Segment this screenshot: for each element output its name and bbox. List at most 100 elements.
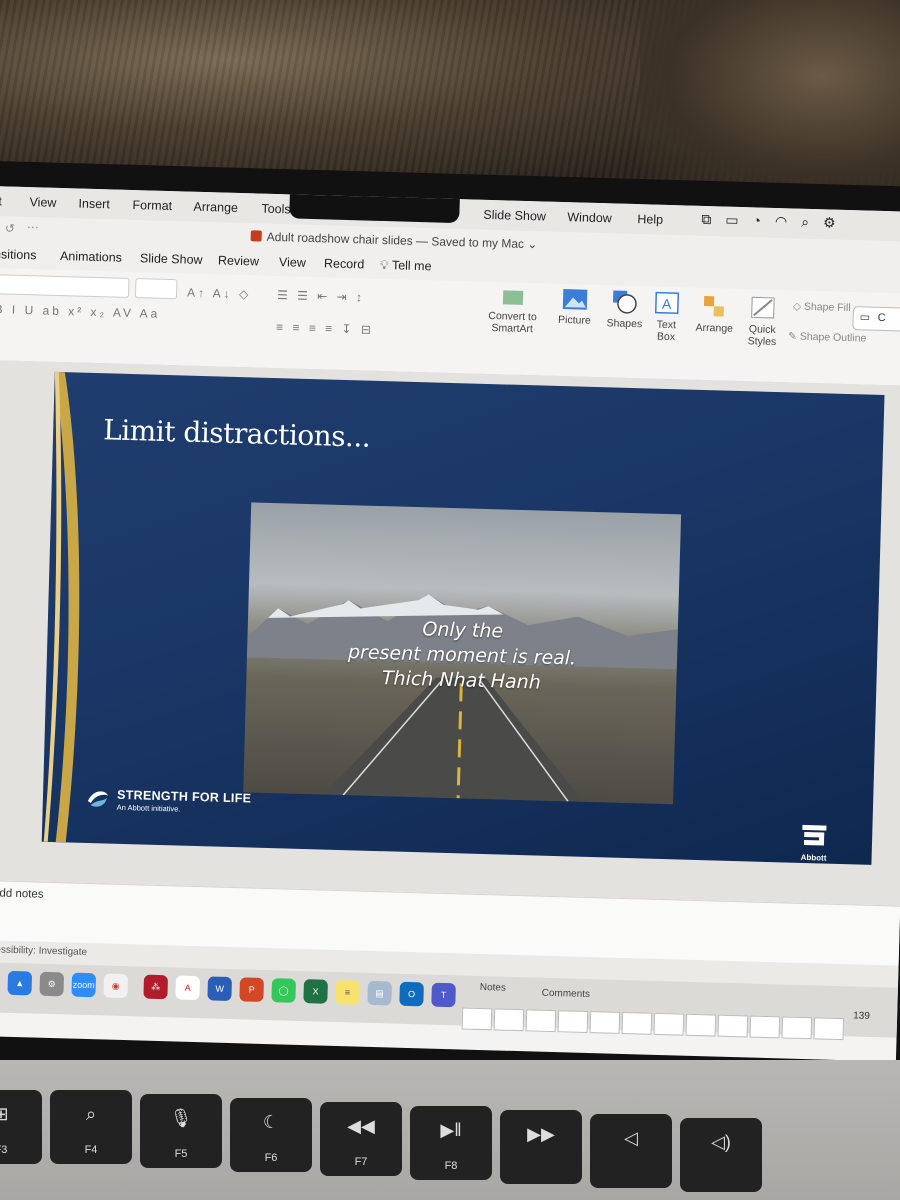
key-f10[interactable]: ◁	[590, 1114, 672, 1188]
comments-button-label: C	[877, 311, 886, 325]
convert-to-smartart-button[interactable]: Convert to SmartArt	[480, 288, 545, 336]
office-icon[interactable]: ⧉	[701, 211, 711, 228]
smartart-icon	[502, 290, 524, 305]
text-box-button[interactable]: A Text Box	[646, 290, 687, 343]
slide-thumbnail[interactable]	[525, 1009, 557, 1033]
outlook-app-icon[interactable]: O	[399, 981, 424, 1007]
accessibility-status[interactable]: Accessibility: Investigate	[0, 944, 87, 958]
menu-item-arrange[interactable]: Arrange	[193, 200, 238, 215]
paint-bucket-icon: ◇	[792, 300, 805, 313]
key-f9[interactable]: ▶▶	[500, 1110, 582, 1184]
wifi-icon[interactable]: ◠	[775, 213, 788, 230]
slide-thumbnail[interactable]	[749, 1015, 781, 1039]
text-box-label-1: Text	[656, 318, 677, 332]
picture-button[interactable]: Picture	[552, 288, 597, 327]
excel-app-icon[interactable]: X	[303, 979, 328, 1004]
arrange-button[interactable]: Arrange	[692, 294, 737, 335]
key-f11[interactable]: ◁)	[680, 1118, 762, 1192]
more-icon[interactable]: ⋯	[27, 220, 39, 234]
font-name-select[interactable]	[0, 274, 130, 298]
alignment-buttons[interactable]: ≡ ≡ ≡ ≡ ↧ ⊟	[276, 320, 374, 337]
menu-item-tools[interactable]: Tools	[261, 202, 291, 217]
slide-thumbnail[interactable]	[813, 1017, 845, 1041]
powerpoint-app-icon[interactable]: P	[239, 977, 264, 1002]
quick-styles-button[interactable]: Quick Styles	[740, 295, 785, 348]
dictation-icon: 🎙	[169, 1108, 193, 1128]
brand-subtitle: An Abbott initiative.	[116, 802, 181, 814]
font-grow-shrink-buttons[interactable]: A↑ A↓ ◇	[187, 286, 252, 302]
clock-icon[interactable]: ◔	[752, 212, 761, 229]
svg-text:A: A	[662, 296, 672, 312]
notes-toggle[interactable]: Notes	[480, 982, 506, 994]
comment-icon: ▭	[859, 311, 871, 324]
key-f5[interactable]: 🎙 F5	[140, 1094, 222, 1168]
tab-transitions[interactable]: nsitions	[0, 247, 37, 262]
slide-thumbnail[interactable]	[557, 1010, 589, 1034]
background-lamp-glow	[640, 0, 900, 190]
shape-fill-button[interactable]: ◇ Shape Fill	[793, 300, 851, 314]
strength-for-life-icon	[87, 791, 109, 807]
menu-item-format[interactable]: Format	[132, 198, 172, 213]
tab-record[interactable]: Record	[324, 256, 365, 271]
spotlight-search-icon[interactable]: ⌕	[801, 214, 809, 231]
slide-title[interactable]: Limit distractions...	[103, 413, 371, 453]
slide-thumbnail[interactable]	[493, 1008, 525, 1032]
teams-app-icon[interactable]: T	[431, 982, 456, 1008]
key-f7[interactable]: ◀◀ F7	[320, 1102, 402, 1176]
tab-slide-show[interactable]: Slide Show	[140, 251, 203, 267]
slide-thumbnail[interactable]	[461, 1007, 493, 1031]
comments-toggle-label: Comments	[541, 987, 591, 1001]
menu-item-window[interactable]: Window	[567, 210, 612, 225]
comments-toggle[interactable]: Comments	[542, 988, 591, 1000]
zoom-level[interactable]: 139	[853, 1010, 870, 1021]
font-format-buttons[interactable]: B I U ab x² x₂ AV Aa	[0, 302, 161, 321]
slide-thumbnail[interactable]	[781, 1016, 813, 1040]
key-f8[interactable]: ▶‖ F8	[410, 1106, 492, 1180]
key-f4[interactable]: ⌕ F4	[50, 1090, 132, 1164]
settings-app-icon[interactable]: ⚙	[39, 971, 65, 997]
list-buttons[interactable]: ☰ ☰ ⇤ ⇥ ↕	[277, 288, 365, 304]
shape-outline-button[interactable]: ✎ Shape Outline	[788, 330, 867, 344]
slide-thumbnail[interactable]	[685, 1013, 717, 1037]
abbott-mark-icon	[802, 824, 827, 846]
mute-icon: ◁	[624, 1128, 638, 1148]
tab-view[interactable]: View	[279, 255, 306, 270]
notes-app-icon[interactable]: ≡	[335, 979, 360, 1005]
font-size-select[interactable]	[134, 278, 178, 300]
menu-item-edit[interactable]: it	[0, 194, 2, 208]
preview-app-icon[interactable]: ▤	[367, 980, 392, 1006]
slide-thumbnail[interactable]	[717, 1014, 749, 1038]
convert-smartart-label-2: SmartArt	[491, 322, 534, 336]
word-app-icon[interactable]: W	[207, 976, 233, 1002]
slide-canvas: Limit distractions... Only the present m…	[0, 359, 900, 906]
menu-item-slide-show[interactable]: Slide Show	[483, 208, 546, 224]
key-f6[interactable]: ☾ F6	[230, 1098, 312, 1172]
rewind-icon: ◀◀	[347, 1116, 375, 1136]
messages-app-icon[interactable]: ◯	[271, 978, 296, 1003]
tab-review[interactable]: Review	[218, 253, 259, 268]
menu-item-insert[interactable]: Insert	[78, 196, 110, 211]
menu-item-help[interactable]: Help	[637, 212, 663, 227]
battery-icon[interactable]: ▭	[725, 212, 739, 229]
zoom-app-icon[interactable]: zoom	[71, 972, 97, 998]
slide-thumbnail[interactable]	[589, 1011, 621, 1034]
keynote-app-icon[interactable]: ▲	[7, 970, 33, 996]
slide-thumbnail[interactable]	[653, 1012, 685, 1036]
slide[interactable]: Limit distractions... Only the present m…	[41, 371, 885, 865]
tab-animations[interactable]: Animations	[60, 249, 122, 265]
undo-icon[interactable]: ↺	[5, 221, 15, 235]
slide-photo[interactable]: Only the present moment is real. Thich N…	[243, 502, 682, 805]
acrobat-app-icon[interactable]: A	[175, 975, 201, 1001]
quick-styles-label-1: Quick	[748, 323, 776, 336]
control-center-icon[interactable]: ⚙	[823, 214, 836, 231]
slide-thumbnail[interactable]	[621, 1011, 653, 1035]
comments-button[interactable]: ▭ C	[852, 306, 900, 332]
shapes-button[interactable]: Shapes	[602, 289, 647, 330]
document-title[interactable]: Adult roadshow chair slides — Saved to m…	[250, 229, 538, 251]
mendeley-app-icon[interactable]: ⁂	[143, 974, 169, 1000]
chrome-app-icon[interactable]: ◉	[103, 973, 129, 999]
key-f3[interactable]: ⊞ F3	[0, 1090, 42, 1164]
arrange-icon	[703, 295, 724, 317]
tell-me-search[interactable]: 💡︎ Tell me	[380, 258, 432, 274]
menu-item-view[interactable]: View	[29, 195, 56, 210]
